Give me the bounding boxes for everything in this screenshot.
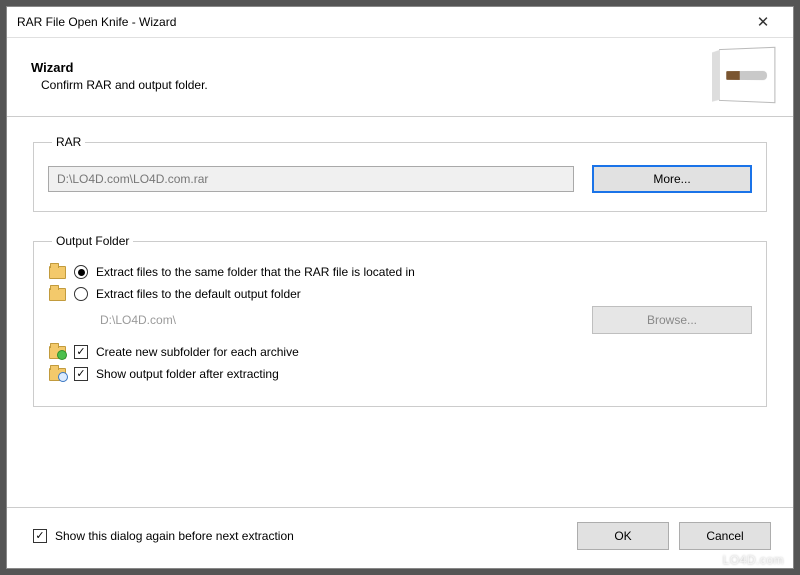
rar-legend: RAR (52, 135, 85, 149)
more-button[interactable]: More... (592, 165, 752, 193)
label-show-output: Show output folder after extracting (96, 367, 279, 381)
cancel-button[interactable]: Cancel (679, 522, 771, 550)
radio-same-folder[interactable] (74, 265, 88, 279)
page-subtitle: Confirm RAR and output folder. (31, 78, 208, 92)
folder-new-icon (48, 344, 66, 360)
label-create-subfolder: Create new subfolder for each archive (96, 345, 299, 359)
label-same-folder: Extract files to the same folder that th… (96, 265, 415, 279)
footer: Show this dialog again before next extra… (7, 507, 793, 568)
radio-default-folder[interactable] (74, 287, 88, 301)
folder-icon (48, 264, 66, 280)
ok-button[interactable]: OK (577, 522, 669, 550)
rar-path-input[interactable] (48, 166, 574, 192)
product-box-image (705, 46, 777, 106)
label-show-again: Show this dialog again before next extra… (55, 529, 294, 543)
output-folder-group: Output Folder Extract files to the same … (33, 234, 767, 407)
knife-icon (726, 70, 767, 79)
close-button[interactable]: ✕ (743, 13, 783, 31)
default-path-text: D:\LO4D.com\ (100, 311, 574, 329)
wizard-header: Wizard Confirm RAR and output folder. (7, 38, 793, 117)
window-title: RAR File Open Knife - Wizard (17, 15, 176, 29)
checkbox-show-again[interactable] (33, 529, 47, 543)
titlebar: RAR File Open Knife - Wizard ✕ (7, 7, 793, 38)
output-legend: Output Folder (52, 234, 133, 248)
header-text: Wizard Confirm RAR and output folder. (31, 60, 208, 92)
checkbox-show-output[interactable] (74, 367, 88, 381)
folder-icon (48, 286, 66, 302)
checkbox-create-subfolder[interactable] (74, 345, 88, 359)
page-title: Wizard (31, 60, 208, 75)
label-default-folder: Extract files to the default output fold… (96, 287, 301, 301)
folder-search-icon (48, 366, 66, 382)
browse-button: Browse... (592, 306, 752, 334)
wizard-window: RAR File Open Knife - Wizard ✕ Wizard Co… (6, 6, 794, 569)
content-area: RAR More... Output Folder Extract files … (7, 117, 793, 507)
rar-group: RAR More... (33, 135, 767, 212)
